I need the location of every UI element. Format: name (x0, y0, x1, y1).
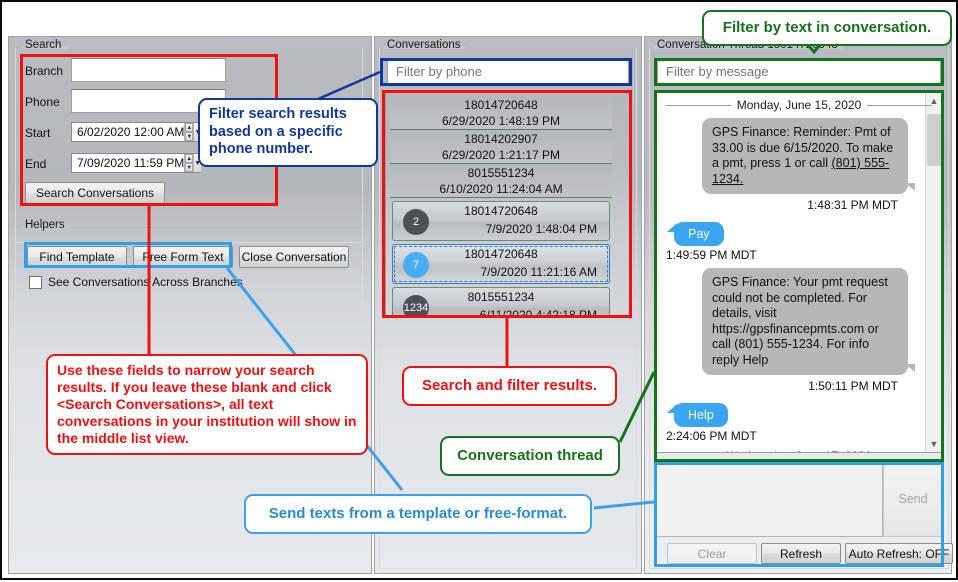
conversation-card-selected[interactable]: 7 18014720648 7/9/2020 11:21:16 AM (392, 244, 610, 284)
thread-panel: Conversation Thread 18014720648 Monday, … (644, 36, 953, 574)
day-separator: Wednesday, June 17, 2020 (666, 449, 932, 452)
message-timestamp: 1:50:11 PM MDT (808, 379, 898, 393)
conversations-group-label: Conversations (387, 39, 461, 51)
message-bubble-incoming: GPS Finance: Your pmt request could not … (702, 268, 915, 375)
callout-send-texts: Send texts from a template or free-forma… (244, 494, 592, 535)
conversation-phone: 8015551234 (467, 166, 535, 180)
application-window: Search Branch Phone Start 6/02/2020 12:0… (0, 0, 958, 580)
callout-search-results: Search and filter results. (402, 366, 617, 407)
conversation-card[interactable]: 1234 8015551234 6/11/2020 4:42:18 PM (392, 287, 610, 317)
find-template-button[interactable]: Find Template (27, 246, 127, 268)
phone-label: Phone (25, 95, 60, 109)
branch-label: Branch (25, 64, 64, 78)
free-form-text-button[interactable]: Free Form Text (133, 246, 233, 268)
conversation-phone: 18014720648 (464, 247, 538, 261)
callout-conversation-thread: Conversation thread (440, 436, 620, 477)
message-bubble-outgoing: Pay (667, 222, 724, 246)
end-label: End (25, 157, 47, 171)
message-timestamp: 1:48:31 PM MDT (807, 198, 898, 212)
see-across-branches-checkbox[interactable]: See Conversations Across Branches (29, 275, 243, 289)
callout-filter-text: Filter by text in conversation. (702, 10, 952, 47)
list-item[interactable]: 18014202907 6/29/2020 1:21:17 PM (390, 130, 612, 164)
conversation-card[interactable]: 2 18014720648 7/9/2020 1:48:04 PM (392, 201, 610, 241)
conversation-phone: 18014720648 (464, 98, 538, 112)
checkbox-box[interactable] (29, 275, 42, 289)
compose-message-input[interactable] (655, 461, 883, 537)
conversation-phone: 18014202907 (464, 132, 538, 146)
end-datetime-value: 7/09/2020 11:59 PM (77, 156, 185, 170)
scrollbar-thumb[interactable] (927, 114, 941, 166)
search-conversations-button[interactable]: Search Conversations (25, 182, 165, 204)
conversation-datetime: 6/11/2020 4:42:18 PM (479, 308, 597, 317)
send-button[interactable]: Send (883, 461, 943, 537)
clear-button[interactable]: Clear (667, 543, 757, 564)
scroll-down-arrow[interactable]: ▼ (926, 435, 942, 452)
list-item[interactable]: 18014720648 6/29/2020 1:48:19 PM (390, 96, 612, 130)
start-spin-down[interactable]: ▼ (185, 132, 194, 141)
callout-phone-filter: Filter search results based on a specifi… (198, 98, 378, 168)
conversation-datetime: 7/9/2020 11:21:16 AM (480, 265, 597, 279)
conversation-phone: 8015551234 (467, 290, 535, 304)
end-datetime-picker[interactable]: 7/09/2020 11:59 PM ▲ ▼ ▼ (71, 153, 202, 173)
start-spinner[interactable]: ▲ ▼ (184, 123, 194, 141)
start-label: Start (25, 126, 51, 140)
branch-input[interactable] (71, 58, 226, 82)
filter-by-message-input[interactable] (657, 59, 941, 84)
message-timestamp: 2:24:06 PM MDT (666, 429, 757, 443)
day-separator: Monday, June 15, 2020 (666, 98, 932, 112)
end-spin-up[interactable]: ▲ (185, 154, 194, 163)
helpers-group-label: Helpers (25, 219, 65, 231)
refresh-button[interactable]: Refresh (761, 543, 841, 564)
search-group-label: Search (25, 39, 62, 51)
auto-refresh-button[interactable]: Auto Refresh: OFF (845, 543, 953, 564)
end-spinner[interactable]: ▲ ▼ (184, 154, 194, 172)
conversation-datetime: 6/29/2020 1:21:17 PM (441, 148, 561, 162)
message-timestamp: 1:49:59 PM MDT (666, 248, 757, 262)
start-datetime-picker[interactable]: 6/02/2020 12:00 AM ▲ ▼ ▼ (71, 122, 202, 142)
conversation-datetime: 6/10/2020 11:24:04 AM (439, 182, 563, 196)
message-bubble-outgoing: Help (667, 403, 728, 427)
thread-scrollbar[interactable]: ▲ ▼ (925, 92, 942, 452)
callout-search-fields: Use these fields to narrow your search r… (46, 354, 368, 456)
list-item[interactable]: 8015551234 6/10/2020 11:24:04 AM (390, 164, 612, 198)
checkbox-label: See Conversations Across Branches (48, 275, 243, 289)
filter-by-phone-input[interactable] (387, 59, 629, 84)
conversation-phone: 18014720648 (464, 204, 538, 218)
close-conversation-button[interactable]: Close Conversation (239, 246, 349, 268)
message-thread[interactable]: Monday, June 15, 2020 GPS Finance: Remin… (655, 91, 943, 453)
message-bubble-incoming: GPS Finance: Reminder: Pmt of 33.00 is d… (702, 118, 915, 194)
end-spin-down[interactable]: ▼ (185, 163, 194, 172)
start-spin-up[interactable]: ▲ (185, 123, 194, 132)
conversations-list[interactable]: 18014720648 6/29/2020 1:48:19 PM 1801420… (385, 91, 631, 317)
start-datetime-value: 6/02/2020 12:00 AM (77, 125, 185, 139)
conversation-datetime: 7/9/2020 1:48:04 PM (485, 222, 597, 236)
conversation-datetime: 6/29/2020 1:48:19 PM (441, 114, 561, 128)
scroll-up-arrow[interactable]: ▲ (926, 92, 942, 109)
